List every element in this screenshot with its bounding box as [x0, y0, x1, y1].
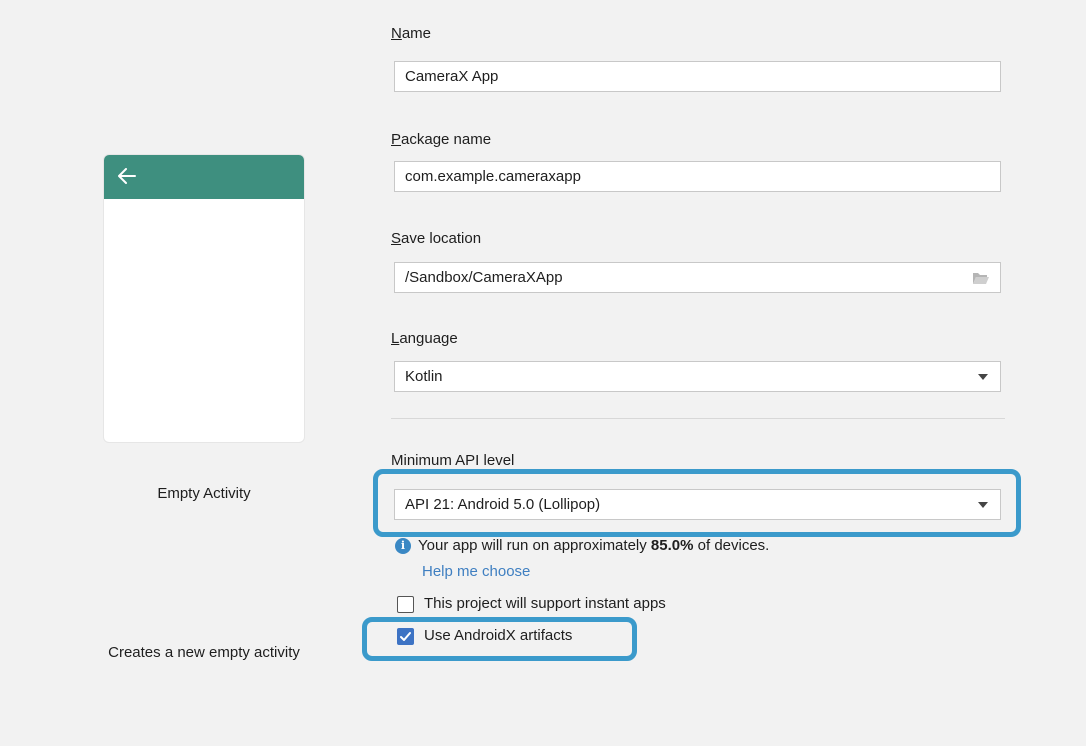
name-field[interactable]: CameraX App [394, 61, 1001, 92]
instant-apps-label[interactable]: This project will support instant apps [424, 595, 666, 612]
activity-preview [104, 155, 304, 442]
preview-toolbar [104, 155, 304, 199]
chevron-down-icon [978, 374, 988, 380]
arrow-left-icon [118, 168, 136, 184]
language-label: Language [391, 330, 458, 347]
instant-apps-checkbox[interactable] [397, 596, 414, 613]
info-icon: i [395, 538, 411, 554]
save-location-value: /Sandbox/CameraXApp [405, 269, 563, 286]
language-dropdown[interactable]: Kotlin [394, 361, 1001, 392]
package-name-label: Package name [391, 131, 492, 148]
minimum-api-value: API 21: Android 5.0 (Lollipop) [405, 496, 601, 513]
folder-icon[interactable] [972, 271, 990, 285]
androidx-label[interactable]: Use AndroidX artifacts [424, 627, 572, 644]
device-coverage-text: Your app will run on approximately 85.0%… [418, 537, 770, 554]
minimum-api-dropdown[interactable]: API 21: Android 5.0 (Lollipop) [394, 489, 1001, 520]
activity-name: Empty Activity [157, 485, 251, 502]
save-location-label: Save location [391, 230, 482, 247]
help-me-choose-link[interactable]: Help me choose [422, 563, 530, 580]
name-label: Name [391, 25, 432, 42]
chevron-down-icon [978, 502, 988, 508]
language-value: Kotlin [405, 368, 443, 385]
save-location-field[interactable]: /Sandbox/CameraXApp [394, 262, 1001, 293]
divider [391, 418, 1005, 419]
package-name-field[interactable]: com.example.cameraxapp [394, 161, 1001, 192]
activity-description: Creates a new empty activity [108, 644, 300, 661]
checkmark-icon [400, 632, 411, 641]
androidx-checkbox[interactable] [397, 628, 414, 645]
minimum-api-label: Minimum API level [391, 452, 515, 469]
